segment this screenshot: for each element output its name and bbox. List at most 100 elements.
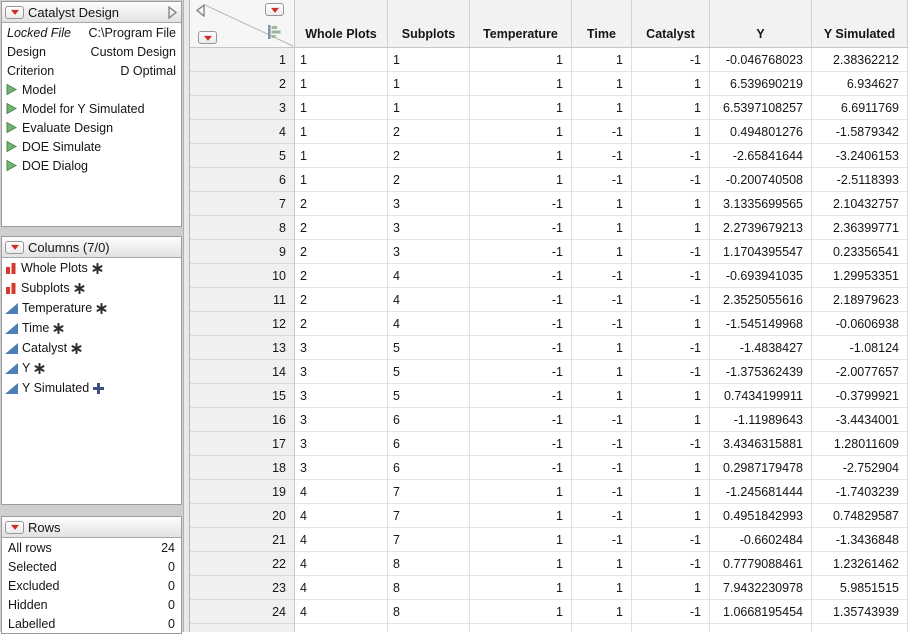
table-cell[interactable]: 3 — [388, 216, 470, 240]
table-cell[interactable]: 1 — [295, 48, 388, 72]
row-number[interactable]: 12 — [190, 312, 295, 336]
disclosure-triangle-icon[interactable] — [6, 103, 17, 114]
table-cell[interactable]: -1.245681444 — [710, 480, 812, 504]
table-cell[interactable]: 1 — [470, 504, 572, 528]
table-cell[interactable]: 1 — [295, 144, 388, 168]
table-cell[interactable]: -1 — [632, 600, 710, 624]
table-cell[interactable]: -3.4434001 — [812, 408, 908, 432]
table-cell[interactable]: -1 — [572, 408, 632, 432]
table-cell[interactable]: 1 — [632, 384, 710, 408]
table-cell[interactable]: 5.9851515 — [812, 576, 908, 600]
row-number[interactable]: 17 — [190, 432, 295, 456]
table-cell[interactable]: 4 — [295, 504, 388, 528]
table-cell[interactable]: 1 — [632, 504, 710, 528]
row-number[interactable]: 15 — [190, 384, 295, 408]
column-list-item[interactable]: Subplots — [2, 278, 181, 298]
table-cell[interactable]: 2 — [388, 168, 470, 192]
panel-splitter[interactable] — [183, 0, 190, 632]
table-cell[interactable]: 6 — [388, 408, 470, 432]
table-cell[interactable]: 1 — [572, 216, 632, 240]
table-cell[interactable]: 8 — [388, 576, 470, 600]
table-cell[interactable]: 1 — [470, 480, 572, 504]
table-cell[interactable]: 4 — [295, 480, 388, 504]
table-cell[interactable]: 1 — [470, 168, 572, 192]
row-number[interactable]: 23 — [190, 576, 295, 600]
table-cell[interactable]: 7 — [388, 504, 470, 528]
row-number[interactable]: 24 — [190, 600, 295, 624]
table-cell[interactable]: 6.5397108257 — [710, 96, 812, 120]
table-cell[interactable]: 3 — [295, 408, 388, 432]
row-number[interactable]: 11 — [190, 288, 295, 312]
table-cell[interactable]: 1.23261462 — [812, 552, 908, 576]
table-cell[interactable]: 6.6911769 — [812, 96, 908, 120]
table-cell[interactable]: -1 — [572, 528, 632, 552]
table-cell[interactable]: 4 — [388, 288, 470, 312]
table-cell[interactable]: 1 — [632, 312, 710, 336]
table-cell[interactable]: 2.38362212 — [812, 48, 908, 72]
table-cell[interactable]: 3 — [295, 456, 388, 480]
table-cell[interactable]: 1 — [572, 48, 632, 72]
table-cell[interactable]: 1 — [470, 144, 572, 168]
column-list-item[interactable]: Time — [2, 318, 181, 338]
column-header[interactable]: Time — [572, 0, 632, 47]
table-cell[interactable]: 6 — [388, 456, 470, 480]
table-cell[interactable]: -1.545149968 — [710, 312, 812, 336]
table-cell[interactable]: -1 — [632, 432, 710, 456]
table-cell[interactable]: 6 — [388, 432, 470, 456]
outline-item[interactable]: Model for Y Simulated — [2, 99, 181, 118]
table-cell[interactable]: 2 — [295, 288, 388, 312]
rows-menu-icon[interactable] — [198, 31, 217, 44]
table-cell[interactable]: -1 — [632, 168, 710, 192]
table-cell[interactable]: -1.08124 — [812, 336, 908, 360]
table-cell[interactable]: -1 — [470, 288, 572, 312]
table-cell[interactable]: 2 — [295, 264, 388, 288]
table-cell[interactable]: 2.10432757 — [812, 192, 908, 216]
table-cell[interactable]: 1 — [572, 360, 632, 384]
table-cell[interactable]: 1 — [295, 120, 388, 144]
table-cell[interactable]: -0.693941035 — [710, 264, 812, 288]
column-header[interactable]: Catalyst — [632, 0, 710, 47]
table-cell[interactable]: 1 — [388, 48, 470, 72]
table-cell[interactable]: 2 — [388, 144, 470, 168]
table-cell[interactable]: 1 — [632, 72, 710, 96]
table-cell[interactable]: -1 — [572, 312, 632, 336]
table-cell[interactable]: 2.36399771 — [812, 216, 908, 240]
table-cell[interactable]: -1 — [572, 432, 632, 456]
table-cell[interactable]: -1 — [470, 240, 572, 264]
table-cell[interactable]: 3 — [295, 360, 388, 384]
table-cell[interactable]: -1 — [470, 384, 572, 408]
table-cell[interactable]: -1 — [572, 168, 632, 192]
table-cell[interactable]: 7.9432230978 — [710, 576, 812, 600]
table-cell[interactable]: 1 — [572, 576, 632, 600]
column-list-item[interactable]: Whole Plots — [2, 258, 181, 278]
table-cell[interactable]: 0.23356541 — [812, 240, 908, 264]
table-cell[interactable]: -1 — [470, 192, 572, 216]
table-cell[interactable]: -1 — [632, 528, 710, 552]
row-number[interactable]: 1 — [190, 48, 295, 72]
table-cell[interactable]: 1.29953351 — [812, 264, 908, 288]
outline-item[interactable]: Evaluate Design — [2, 118, 181, 137]
table-cell[interactable]: 1 — [470, 96, 572, 120]
column-header[interactable]: Subplots — [388, 0, 470, 47]
table-cell[interactable]: -1 — [470, 408, 572, 432]
table-cell[interactable]: 0.74829587 — [812, 504, 908, 528]
table-cell[interactable]: -1 — [632, 264, 710, 288]
table-cell[interactable]: -0.0606938 — [812, 312, 908, 336]
table-cell[interactable]: -0.6602484 — [710, 528, 812, 552]
table-cell[interactable]: 1 — [572, 336, 632, 360]
table-cell[interactable]: 3 — [388, 192, 470, 216]
table-cell[interactable]: -1 — [572, 504, 632, 528]
table-cell[interactable]: 5 — [388, 336, 470, 360]
row-number[interactable]: 7 — [190, 192, 295, 216]
table-cell[interactable]: 5 — [388, 360, 470, 384]
table-cell[interactable]: 1 — [295, 96, 388, 120]
table-cell[interactable]: 2.18979623 — [812, 288, 908, 312]
table-cell[interactable]: 1 — [470, 48, 572, 72]
table-cell[interactable]: -1 — [632, 288, 710, 312]
table-cell[interactable]: 1 — [470, 120, 572, 144]
table-cell[interactable]: 3 — [295, 384, 388, 408]
table-cell[interactable]: -1 — [470, 360, 572, 384]
table-cell[interactable]: 1 — [632, 480, 710, 504]
red-triangle-menu-icon[interactable] — [5, 241, 24, 254]
table-cell[interactable]: 2.2739679213 — [710, 216, 812, 240]
